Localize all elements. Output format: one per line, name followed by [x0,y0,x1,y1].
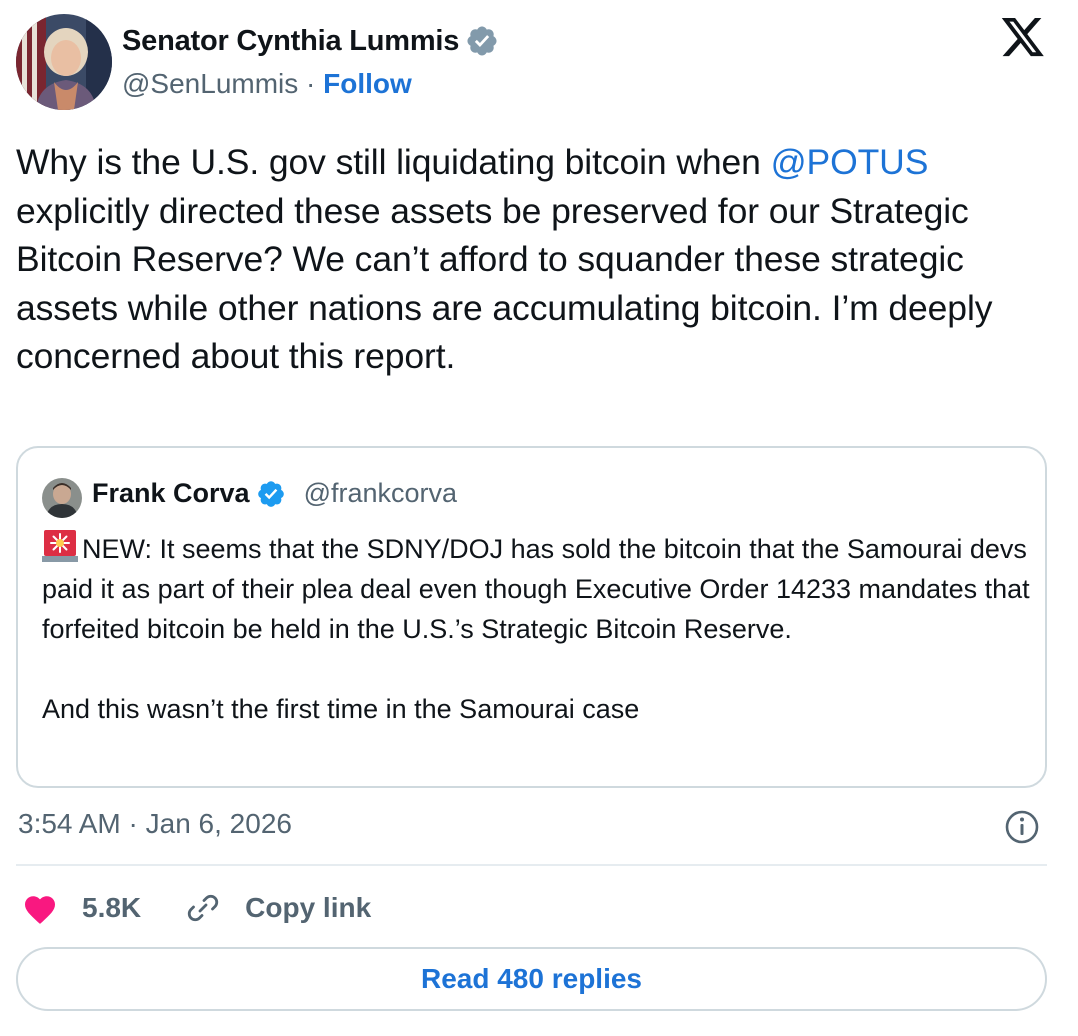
author-subline: @SenLummis · Follow [122,68,412,100]
quote-author-handle: @frankcorva [303,478,458,508]
link-icon[interactable] [185,890,221,926]
tweet-text-end: explicitly directed these assets be pres… [16,190,993,377]
tweet-date[interactable]: Jan 6, 2026 [146,808,292,839]
tweet-text: Why is the U.S. gov still liquidating bi… [16,138,1056,381]
author-avatar[interactable] [16,14,112,110]
tweet-text-start: Why is the U.S. gov still liquidating bi… [16,142,771,182]
siren-icon [42,530,78,562]
quote-author-avatar [42,478,82,518]
mention-link[interactable]: @POTUS [771,142,929,182]
action-bar: 5.8K Copy link [22,888,371,928]
read-replies-label[interactable]: Read 480 replies [421,963,642,995]
copy-link-button[interactable]: Copy link [245,892,371,924]
timestamp[interactable]: 3:54 AM · Jan 6, 2026 [18,808,292,840]
tweet-time[interactable]: 3:54 AM [18,808,121,839]
divider [16,864,1047,866]
x-logo-icon[interactable] [1000,18,1046,60]
author-name[interactable]: Senator Cynthia Lummis [122,24,499,58]
separator-dot: · [306,68,316,99]
quote-header: Frank Corva @frankcorva [92,478,457,509]
quote-body: NEW: It seems that the SDNY/DOJ has sold… [42,534,1030,724]
follow-button[interactable]: Follow [323,68,412,99]
info-icon[interactable] [1004,809,1040,845]
verified-badge-icon [467,26,497,56]
quoted-tweet[interactable]: Frank Corva @frankcorva NEW: It seems th… [16,446,1047,788]
quote-text: NEW: It seems that the SDNY/DOJ has sold… [42,528,1032,729]
separator-dot: · [128,808,138,839]
like-count[interactable]: 5.8K [82,892,141,924]
verified-badge-icon [257,480,284,507]
heart-icon[interactable] [22,891,58,925]
author-handle[interactable]: @SenLummis [122,68,298,99]
read-replies-button[interactable]: Read 480 replies [16,947,1047,1011]
quote-author-name: Frank Corva [92,478,250,508]
